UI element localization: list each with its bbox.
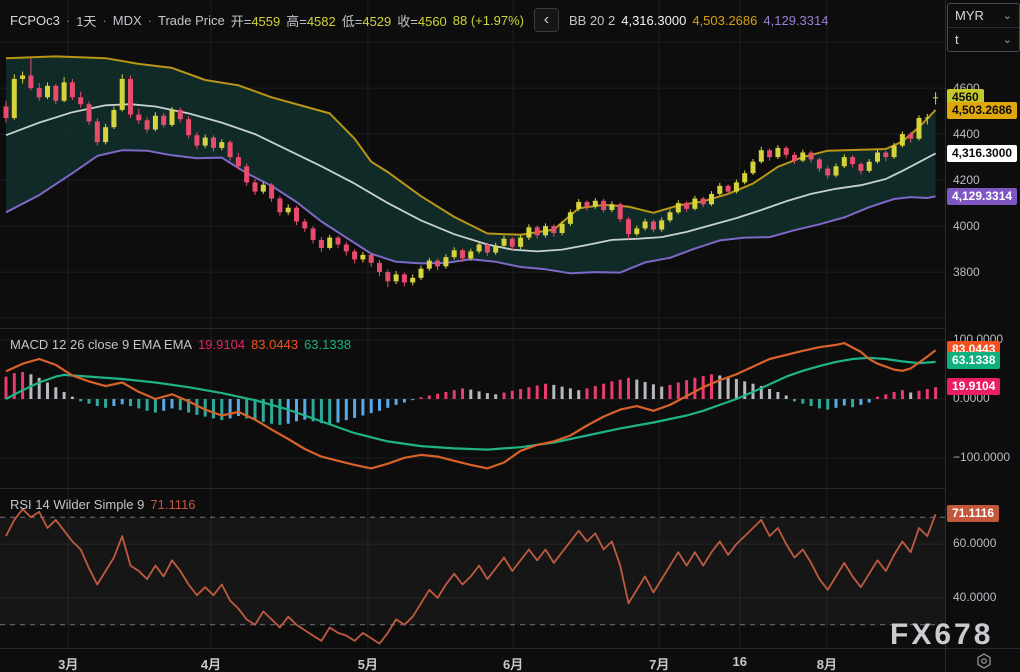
price-price-badge: 4,129.3314 [947,188,1017,205]
time-axis-label: 3月 [58,654,78,672]
ohlc-high: 高=4582 [286,11,336,30]
settings-icon[interactable] [976,653,992,669]
time-axis-label: 8月 [817,654,837,672]
time-axis-label: 16 [732,654,746,669]
trading-chart-app: FCPOc3 · 1天 · MDX · Trade Price 开=4559 高… [0,0,1020,672]
price-scale-column[interactable]: 4600440042004000380045604,503.26864,316.… [945,0,1020,672]
price-pane-canvas[interactable] [0,0,945,328]
rsi-indicator-title[interactable]: RSI 14 Wilder Simple 9 [10,497,144,512]
price-axis-tick: 3800 [953,264,980,280]
chevron-down-icon: ⌄ [1003,9,1012,22]
exchange-label: MDX [113,13,142,28]
time-axis-label: 4月 [201,654,221,672]
price-axis-tick: 4000 [953,218,980,234]
macd-hist-value: 19.9104 [198,337,245,352]
unit-selector[interactable]: t ⌄ [948,27,1019,51]
fx678-watermark: FX678 [890,618,993,652]
macd-pane[interactable]: MACD 12 26 close 9 EMA EMA 19.9104 83.04… [0,328,945,489]
rsi-axis-tick: 60.0000 [953,535,996,551]
scale-unit-selectors: MYR ⌄ t ⌄ [947,3,1020,52]
macd-axis-tick: −100.0000 [953,449,1010,465]
price-pane[interactable]: FCPOc3 · 1天 · MDX · Trade Price 开=4559 高… [0,0,945,328]
rsi-pane[interactable]: RSI 14 Wilder Simple 9 71.1116 [0,488,945,649]
price-axis-tick: 4200 [953,172,980,188]
price-legend: FCPOc3 · 1天 · MDX · Trade Price 开=4559 高… [10,8,828,32]
symbol-name[interactable]: FCPOc3 [10,13,60,28]
price-price-badge: 4,503.2686 [947,102,1017,119]
bb-lower-value: 4,129.3314 [763,13,828,28]
macd-price-badge: 63.1338 [947,352,1000,369]
rsi-pane-canvas[interactable] [0,489,945,649]
currency-selector[interactable]: MYR ⌄ [948,4,1019,27]
rsi-legend: RSI 14 Wilder Simple 9 71.1116 [10,497,195,512]
bb-mid-value: 4,316.3000 [621,13,686,28]
bb-upper-value: 4,503.2686 [692,13,757,28]
macd-pane-canvas[interactable] [0,329,945,489]
price-price-badge: 4,316.3000 [947,145,1017,162]
interval-label[interactable]: 1天 [76,11,96,30]
bb-indicator-title[interactable]: BB 20 2 [569,13,615,28]
time-axis[interactable]: 3月 4月 5月 6月 7月 16 8月 [0,648,945,672]
collapse-legend-button[interactable]: ‹ [534,8,559,32]
ohlc-close: 收=4560 [397,11,447,30]
ohlc-low: 低=4529 [342,11,392,30]
macd-indicator-title[interactable]: MACD 12 26 close 9 EMA EMA [10,337,192,352]
rsi-price-badge: 71.1116 [947,505,999,522]
macd-legend: MACD 12 26 close 9 EMA EMA 19.9104 83.04… [10,337,351,352]
rsi-axis-tick: 40.0000 [953,589,996,605]
time-axis-label: 5月 [358,654,378,672]
chart-column: FCPOc3 · 1天 · MDX · Trade Price 开=4559 高… [0,0,945,672]
series-type-label: Trade Price [158,13,225,28]
macd-price-badge: 19.9104 [947,378,1000,395]
macd-signal-value: 63.1338 [304,337,351,352]
ohlc-open: 开=4559 [231,11,281,30]
change-value: 88 (+1.97%) [453,13,524,28]
rsi-value: 71.1116 [150,497,195,512]
price-axis-tick: 4400 [953,126,980,142]
time-axis-label: 6月 [503,654,523,672]
time-axis-label: 7月 [649,654,669,672]
macd-line-value: 83.0443 [251,337,298,352]
chevron-down-icon: ⌄ [1003,33,1012,46]
